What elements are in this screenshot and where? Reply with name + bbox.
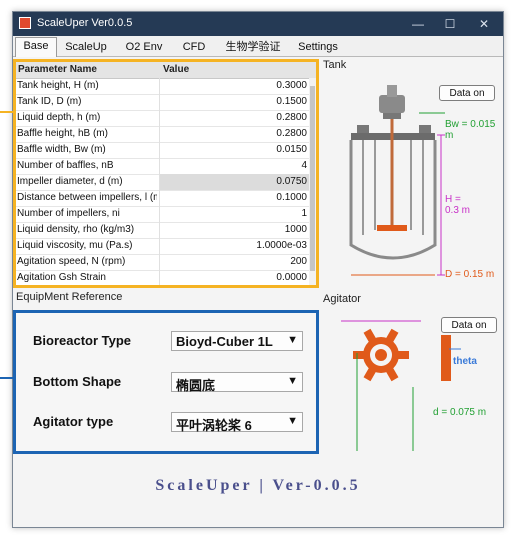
app-window: ScaleUper Ver0.0.5 — ☐ ✕ Base ScaleUp O2… — [12, 11, 504, 528]
app-icon — [19, 17, 31, 29]
bioreactor-type-select[interactable]: Bioyd-Cuber 1L ▼ — [171, 331, 303, 351]
bottom-shape-label: Bottom Shape — [33, 374, 122, 389]
title-bar: ScaleUper Ver0.0.5 — ☐ ✕ — [13, 12, 503, 36]
tank-diagram — [349, 85, 445, 276]
footer-version: ScaleUper | Ver-0.0.5 — [155, 477, 361, 494]
motor-coupling-icon — [383, 113, 401, 119]
minimize-button[interactable]: — — [403, 14, 433, 34]
bottom-shape-select[interactable]: 椭圆底 ▼ — [171, 372, 303, 393]
yellow-connector-line — [0, 111, 15, 113]
bioreactor-type-value: Bioyd-Cuber 1L — [176, 334, 273, 349]
h-dimension-label-1: H = — [445, 194, 461, 205]
tab-scaleup[interactable]: ScaleUp — [57, 38, 115, 57]
agitator-diagram — [341, 320, 461, 451]
tank-label: Tank — [323, 59, 347, 71]
blue-connector-line — [0, 377, 15, 379]
bw-dimension-label: Bw = 0.015 m — [445, 119, 496, 141]
h-dimension-label-2: 0.3 m — [445, 205, 471, 216]
agitator-type-value: 平叶涡轮桨 6 — [176, 418, 252, 433]
tab-bio-validation[interactable]: 生物学验证 — [215, 38, 291, 57]
window-title: ScaleUper Ver0.0.5 — [37, 17, 133, 29]
d-impeller-label: d = 0.075 m — [433, 407, 487, 418]
agitator-type-select[interactable]: 平叶涡轮桨 6 ▼ — [171, 412, 303, 433]
tab-settings[interactable]: Settings — [291, 38, 345, 57]
tab-cfd[interactable]: CFD — [173, 38, 215, 57]
motor-top-icon — [387, 85, 397, 97]
theta-label: theta — [453, 356, 477, 367]
dropdown-arrow-icon: ▼ — [287, 375, 298, 387]
impeller-blade-side-icon — [441, 335, 451, 381]
dropdown-arrow-icon: ▼ — [287, 334, 298, 346]
tab-bar: Base ScaleUp O2 Env CFD 生物学验证 Settings — [13, 36, 503, 58]
agitator-label: Agitator — [323, 293, 361, 305]
close-button[interactable]: ✕ — [469, 14, 499, 34]
motor-icon — [379, 95, 405, 113]
d-dimension-label: D = 0.15 m — [445, 269, 495, 280]
maximize-button[interactable]: ☐ — [435, 14, 465, 34]
agitator-type-label: Agitator type — [33, 414, 114, 429]
tab-base[interactable]: Base — [15, 37, 57, 58]
table-highlight-frame — [13, 59, 319, 288]
port-icon — [419, 125, 431, 133]
impeller-top-view-icon — [353, 328, 409, 382]
tab-o2-env[interactable]: O2 Env — [115, 38, 173, 57]
dropdown-arrow-icon: ▼ — [287, 415, 298, 427]
impeller-icon — [377, 225, 407, 231]
port-icon — [357, 125, 369, 133]
bottom-shape-value: 椭圆底 — [176, 378, 216, 393]
base-panel: Parameter Name Value Tank height, H (m) 0… — [13, 57, 503, 527]
equipment-panel: Bioreactor Type Bioyd-Cuber 1L ▼ Bottom … — [13, 310, 319, 454]
equipment-reference-label: EquipMent Reference — [16, 291, 123, 303]
bioreactor-type-label: Bioreactor Type — [33, 333, 132, 348]
